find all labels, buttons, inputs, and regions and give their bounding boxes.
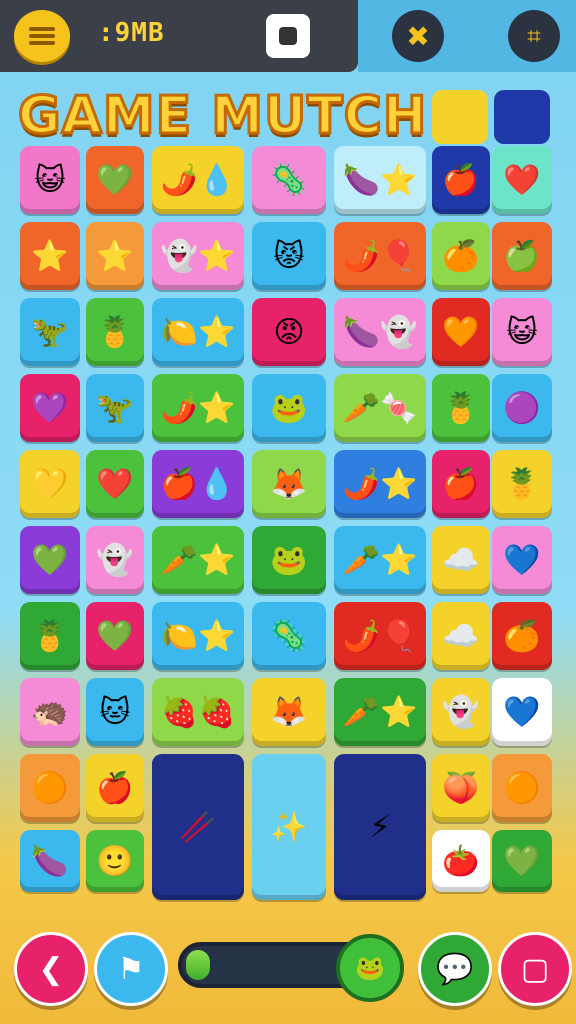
- note-button[interactable]: ▢: [498, 932, 572, 1006]
- board-tile[interactable]: ⭐: [20, 222, 80, 290]
- board-tile[interactable]: 🍋⭐: [152, 298, 244, 366]
- menu-button[interactable]: [14, 10, 70, 62]
- speech-bubble-icon: 💬: [436, 951, 474, 987]
- board-tile[interactable]: 🍓🍓: [152, 678, 244, 746]
- board-tile[interactable]: 🐸: [252, 374, 326, 442]
- flag-icon: ⚑: [117, 951, 145, 987]
- board-tile[interactable]: ☁️: [432, 526, 490, 594]
- board-tile[interactable]: 🍑: [432, 754, 490, 822]
- board-tile[interactable]: 🌶️💧: [152, 146, 244, 214]
- board-tile[interactable]: 🍍: [20, 602, 80, 670]
- board-tile[interactable]: 🙂: [86, 830, 144, 892]
- board-tile[interactable]: 👻: [86, 526, 144, 594]
- board-tile[interactable]: 🦠: [252, 602, 326, 670]
- board-tile[interactable]: 💛: [20, 450, 80, 518]
- board-tile[interactable]: 💚: [492, 830, 552, 892]
- board-tile[interactable]: 💙: [492, 678, 552, 746]
- board-tile[interactable]: 💚: [86, 146, 144, 214]
- board-tile[interactable]: 😺: [20, 146, 80, 214]
- title-ball-icon: [494, 90, 550, 144]
- board-tile[interactable]: 💜: [20, 374, 80, 442]
- board-tile-large[interactable]: 🥢: [152, 754, 244, 900]
- flag-button[interactable]: ⚑: [94, 932, 168, 1006]
- board-tile[interactable]: 🍍: [432, 374, 490, 442]
- board-tile[interactable]: 🍅: [432, 830, 490, 892]
- camera-button[interactable]: [266, 14, 310, 58]
- board-tile[interactable]: 🥕⭐: [152, 526, 244, 594]
- board-tile[interactable]: 🦖: [86, 374, 144, 442]
- board-tile[interactable]: 👻: [432, 678, 490, 746]
- board-tile[interactable]: 🥕⭐: [334, 678, 426, 746]
- board-tile[interactable]: 🥕🍬: [334, 374, 426, 442]
- board-tile[interactable]: 🌶️🎈: [334, 222, 426, 290]
- board-tile[interactable]: ❤️: [492, 146, 552, 214]
- board-tile[interactable]: 🦊: [252, 678, 326, 746]
- board-tile[interactable]: ☁️: [432, 602, 490, 670]
- board-tile-large[interactable]: ⚡: [334, 754, 426, 900]
- board-tile[interactable]: 😾: [252, 222, 326, 290]
- board-tile[interactable]: 🍆⭐: [334, 146, 426, 214]
- board-tile[interactable]: 🦠: [252, 146, 326, 214]
- board-tile[interactable]: ⭐: [86, 222, 144, 290]
- board-tile[interactable]: 🍆👻: [334, 298, 426, 366]
- back-button[interactable]: ❮: [14, 932, 88, 1006]
- board-tile[interactable]: 🍏: [492, 222, 552, 290]
- board-tile[interactable]: 🍍: [86, 298, 144, 366]
- board-tile[interactable]: 🟠: [20, 754, 80, 822]
- board-tile[interactable]: 🍆: [20, 830, 80, 892]
- board-tile[interactable]: ❤️: [86, 450, 144, 518]
- board-tile[interactable]: 👻⭐: [152, 222, 244, 290]
- board-tile[interactable]: 🍍: [492, 450, 552, 518]
- board-tile[interactable]: 🐱: [86, 678, 144, 746]
- board-tile[interactable]: 🌶️⭐: [334, 450, 426, 518]
- board-tile[interactable]: 🟣: [492, 374, 552, 442]
- board-tile[interactable]: 🦖: [20, 298, 80, 366]
- board-tile[interactable]: 🍎: [432, 146, 490, 214]
- board-tile[interactable]: 😡: [252, 298, 326, 366]
- back-arrow-icon: ❮: [38, 951, 64, 987]
- board-tile[interactable]: 🌶️⭐: [152, 374, 244, 442]
- note-icon: ▢: [520, 951, 550, 987]
- board-tile[interactable]: 🍎: [86, 754, 144, 822]
- title-cat-icon: [432, 90, 488, 144]
- score-text: :9MB: [98, 18, 165, 48]
- board-tile[interactable]: 🦊: [252, 450, 326, 518]
- board-tile[interactable]: 🌶️🎈: [334, 602, 426, 670]
- board-tile[interactable]: 🍊: [492, 602, 552, 670]
- board-tile[interactable]: 💙: [492, 526, 552, 594]
- progress-frog-icon: 🐸: [336, 934, 404, 1002]
- board-tile[interactable]: 🥕⭐: [334, 526, 426, 594]
- bone-wrench-icon: ✖: [406, 19, 430, 53]
- tool-button-2[interactable]: ⌗: [508, 10, 560, 62]
- tool-button-1[interactable]: ✖: [392, 10, 444, 62]
- board-tile[interactable]: 🍎: [432, 450, 490, 518]
- frame-scan-icon: ⌗: [527, 22, 541, 50]
- board-tile[interactable]: 🦔: [20, 678, 80, 746]
- board-tile[interactable]: 🍊: [432, 222, 490, 290]
- camera-icon: [279, 27, 297, 45]
- board-tile[interactable]: 🍋⭐: [152, 602, 244, 670]
- board-tile[interactable]: 🐸: [252, 526, 326, 594]
- board-tile[interactable]: 🟠: [492, 754, 552, 822]
- hamburger-menu-icon: [29, 24, 55, 48]
- board-tile[interactable]: 💚: [20, 526, 80, 594]
- game-board: 😺 💚 🌶️💧 🦠 🍆⭐ 🍎 ❤️ ⭐ ⭐ 👻⭐ 😾 🌶️🎈 🍊 🍏 🦖 🍍 🍋⭐ 😡 🍆👻 🧡 😺 💜 🦖 🌶️⭐ 🐸 🥕🍬 🍍 🟣…: [20, 146, 556, 900]
- board-tile-large[interactable]: ✨: [252, 754, 326, 900]
- board-tile[interactable]: 🧡: [432, 298, 490, 366]
- game-title: GAME MUTCH: [16, 85, 428, 148]
- board-tile[interactable]: 😺: [492, 298, 552, 366]
- board-tile[interactable]: 🍎💧: [152, 450, 244, 518]
- progress-fill: [186, 950, 210, 980]
- board-tile[interactable]: 💚: [86, 602, 144, 670]
- chat-button[interactable]: 💬: [418, 932, 492, 1006]
